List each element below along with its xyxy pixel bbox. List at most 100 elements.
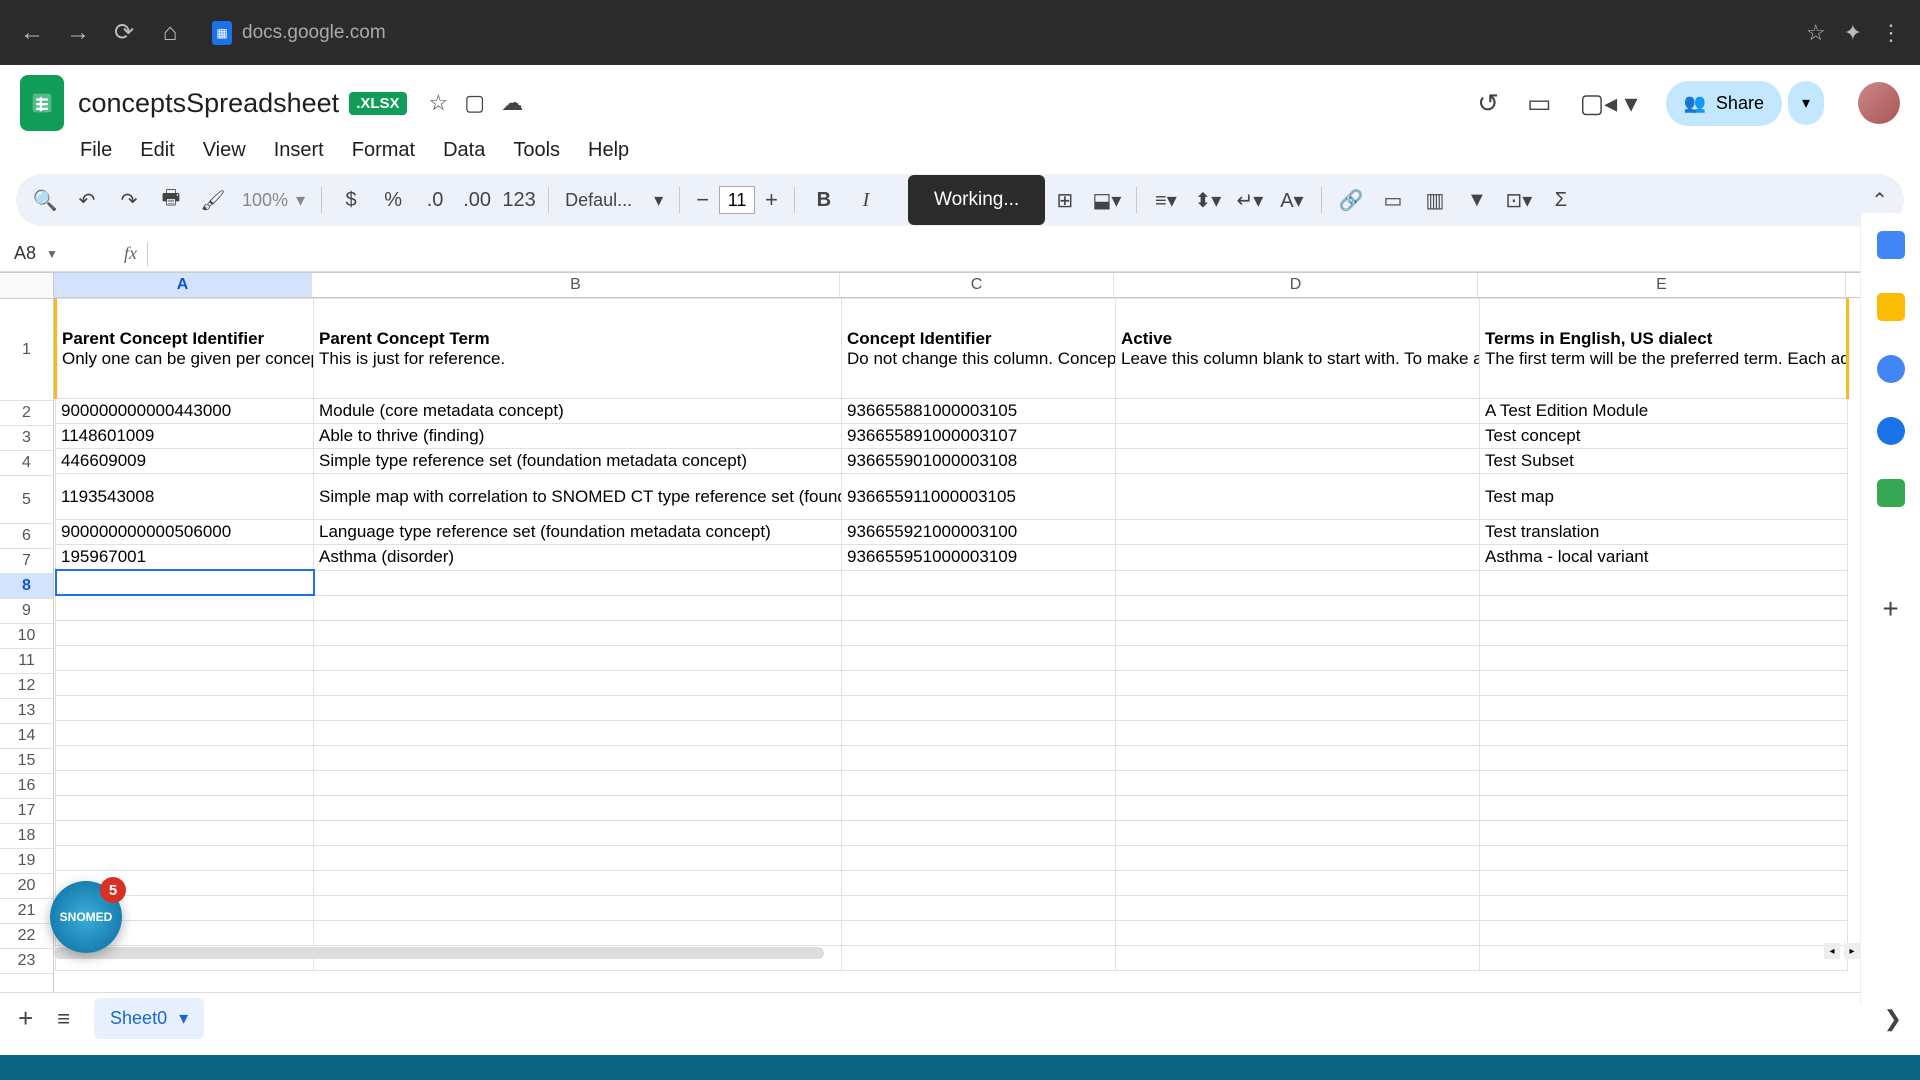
- history-icon[interactable]: ↺: [1477, 88, 1499, 119]
- row-header[interactable]: 20: [0, 874, 53, 899]
- extensions-icon[interactable]: ✦: [1844, 20, 1862, 46]
- font-size-input[interactable]: [719, 186, 755, 214]
- explore-icon[interactable]: ❯: [1884, 1006, 1902, 1032]
- undo-icon[interactable]: ↶: [74, 187, 100, 213]
- functions-icon[interactable]: Σ: [1548, 187, 1574, 213]
- contacts-icon[interactable]: [1877, 417, 1905, 445]
- cell[interactable]: [314, 645, 842, 670]
- cell[interactable]: 936655911000003105: [842, 474, 1116, 520]
- cell[interactable]: 936655951000003109: [842, 545, 1116, 571]
- sheet-tab-menu-icon[interactable]: ▾: [179, 1008, 188, 1029]
- menu-help[interactable]: Help: [584, 137, 633, 164]
- cell[interactable]: [842, 645, 1116, 670]
- cell[interactable]: [56, 595, 314, 620]
- row-header[interactable]: 14: [0, 724, 53, 749]
- cell[interactable]: [1116, 424, 1480, 449]
- cell[interactable]: [1480, 720, 1848, 745]
- cell[interactable]: 1148601009: [56, 424, 314, 449]
- cell[interactable]: [1116, 474, 1480, 520]
- increase-font-icon[interactable]: +: [765, 187, 778, 213]
- row-header[interactable]: 1: [0, 299, 53, 401]
- cell[interactable]: 195967001: [56, 545, 314, 571]
- cell[interactable]: 900000000000506000: [56, 520, 314, 545]
- cell[interactable]: [1116, 720, 1480, 745]
- cell[interactable]: [1480, 945, 1848, 970]
- comment-icon[interactable]: ▭: [1380, 187, 1406, 213]
- cell[interactable]: 1193543008: [56, 474, 314, 520]
- cell[interactable]: [842, 620, 1116, 645]
- horizontal-scrollbar[interactable]: [54, 947, 824, 959]
- redo-icon[interactable]: ↷: [116, 187, 142, 213]
- cell[interactable]: [1116, 870, 1480, 895]
- cell[interactable]: [1116, 620, 1480, 645]
- cell[interactable]: [842, 895, 1116, 920]
- align-h-icon[interactable]: ≡▾: [1153, 187, 1179, 213]
- cell[interactable]: [842, 720, 1116, 745]
- cell[interactable]: [842, 745, 1116, 770]
- cell[interactable]: [1116, 820, 1480, 845]
- scroll-arrows[interactable]: ◂▸: [1824, 943, 1860, 959]
- row-header[interactable]: 22: [0, 924, 53, 949]
- cell[interactable]: [1116, 449, 1480, 474]
- move-folder-icon[interactable]: ▢: [464, 90, 485, 116]
- cell[interactable]: Asthma (disorder): [314, 545, 842, 571]
- insert-chart-icon[interactable]: ▥: [1422, 187, 1448, 213]
- cell[interactable]: [314, 895, 842, 920]
- header-cell[interactable]: Parent Concept IdentifierOnly one can be…: [56, 299, 314, 399]
- add-on-plus-icon[interactable]: +: [1877, 595, 1905, 623]
- cell[interactable]: [56, 645, 314, 670]
- forward-icon[interactable]: →: [64, 19, 92, 47]
- row-header[interactable]: 8: [0, 574, 53, 599]
- cell[interactable]: [1480, 820, 1848, 845]
- italic-icon[interactable]: I: [853, 187, 879, 213]
- percent-icon[interactable]: %: [380, 187, 406, 213]
- cell[interactable]: [1480, 695, 1848, 720]
- add-sheet-icon[interactable]: +: [18, 1003, 33, 1034]
- cell[interactable]: Simple type reference set (foundation me…: [314, 449, 842, 474]
- cell[interactable]: [1116, 770, 1480, 795]
- cell[interactable]: A Test Edition Module: [1480, 399, 1848, 424]
- all-sheets-icon[interactable]: ≡: [57, 1006, 70, 1032]
- paint-format-icon[interactable]: 🖌: [200, 187, 226, 213]
- star-doc-icon[interactable]: ☆: [429, 90, 449, 116]
- cell[interactable]: [842, 795, 1116, 820]
- grid-table[interactable]: Parent Concept IdentifierOnly one can be…: [54, 298, 1849, 971]
- merge-icon[interactable]: ⬓▾: [1094, 187, 1120, 213]
- header-cell[interactable]: ActiveLeave this column blank to start w…: [1116, 299, 1480, 399]
- menu-data[interactable]: Data: [439, 137, 489, 164]
- row-header[interactable]: 6: [0, 524, 53, 549]
- bookmark-star-icon[interactable]: ☆: [1806, 20, 1826, 46]
- more-formats-icon[interactable]: 123: [506, 187, 532, 213]
- cell[interactable]: [1480, 770, 1848, 795]
- back-icon[interactable]: ←: [18, 19, 46, 47]
- address-bar[interactable]: ▦ docs.google.com: [212, 21, 1788, 45]
- meet-icon[interactable]: ▢◂ ▾: [1580, 88, 1638, 119]
- cell[interactable]: Test concept: [1480, 424, 1848, 449]
- share-button[interactable]: 👥 Share: [1666, 81, 1782, 126]
- keep-icon[interactable]: [1877, 293, 1905, 321]
- cell[interactable]: [314, 570, 842, 595]
- decrease-decimal-icon[interactable]: .0: [422, 187, 448, 213]
- row-header[interactable]: 23: [0, 949, 53, 974]
- select-all-corner[interactable]: [0, 273, 53, 299]
- formula-input[interactable]: [147, 242, 1920, 266]
- cell[interactable]: [314, 745, 842, 770]
- reload-icon[interactable]: ⟳: [110, 18, 138, 47]
- cell[interactable]: [1116, 895, 1480, 920]
- cell[interactable]: [1116, 570, 1480, 595]
- rotate-icon[interactable]: A▾: [1279, 187, 1305, 213]
- cell[interactable]: [1480, 570, 1848, 595]
- cell[interactable]: [842, 595, 1116, 620]
- cell[interactable]: [56, 770, 314, 795]
- maps-icon[interactable]: [1877, 479, 1905, 507]
- cell[interactable]: [56, 620, 314, 645]
- header-cell[interactable]: Terms in English, US dialectThe first te…: [1480, 299, 1848, 399]
- cell[interactable]: [314, 670, 842, 695]
- cell[interactable]: [1116, 520, 1480, 545]
- cell[interactable]: [1480, 645, 1848, 670]
- row-header[interactable]: 11: [0, 649, 53, 674]
- cell[interactable]: 936655921000003100: [842, 520, 1116, 545]
- cell[interactable]: [842, 870, 1116, 895]
- header-cell[interactable]: Concept IdentifierDo not change this col…: [842, 299, 1116, 399]
- cell[interactable]: [314, 620, 842, 645]
